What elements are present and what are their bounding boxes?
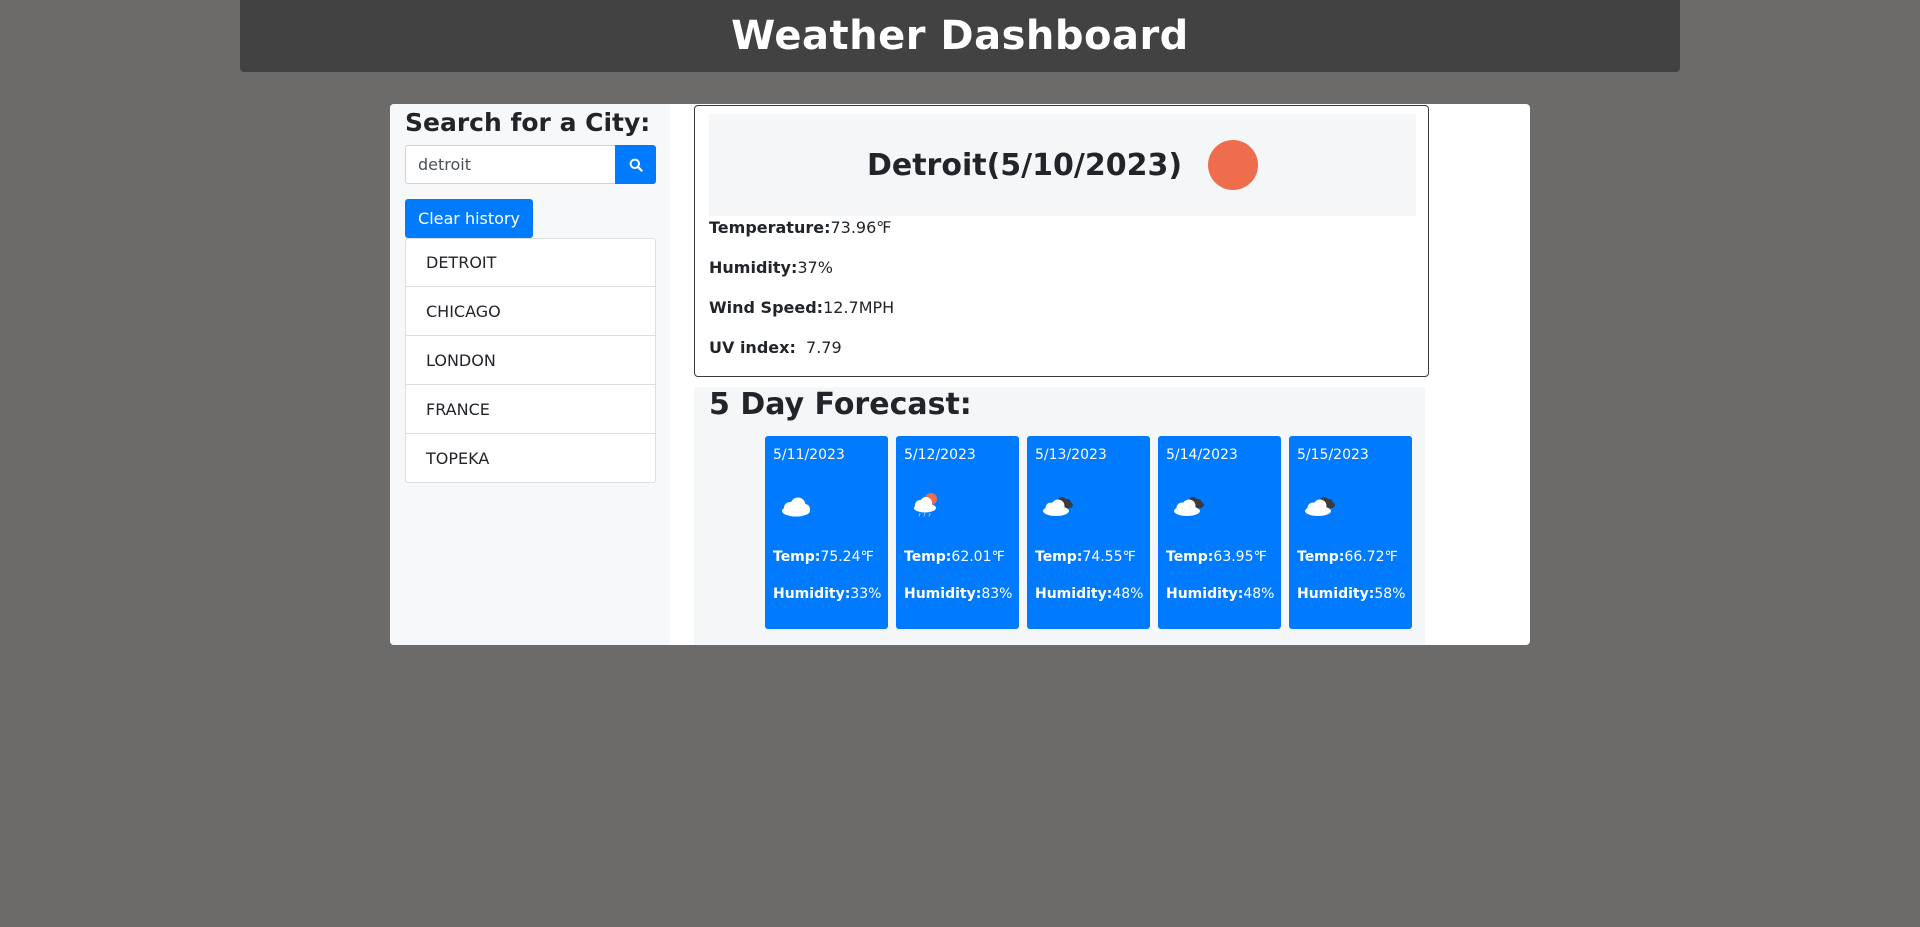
forecast-humidity: Humidity:48% <box>1166 586 1274 602</box>
forecast-humidity-value: 33% <box>850 586 882 602</box>
forecast-heading: 5 Day Forecast: <box>709 387 972 422</box>
main-container: Search for a City: Clear history DETROIT… <box>390 104 1530 645</box>
humidity-label: Humidity: <box>709 258 798 277</box>
history-item[interactable]: LONDON <box>405 336 656 385</box>
search-icon <box>629 158 643 172</box>
forecast-humidity-label: Humidity: <box>1166 586 1244 602</box>
humidity-value: 37% <box>797 258 833 277</box>
forecast-humidity-label: Humidity: <box>773 586 851 602</box>
forecast-temp: Temp:74.55℉ <box>1035 549 1136 565</box>
current-temperature: Temperature:73.96℉ <box>709 218 892 237</box>
broken-clouds-icon <box>1305 497 1335 516</box>
history-item[interactable]: FRANCE <box>405 385 656 434</box>
temperature-value: 73.96℉ <box>830 218 892 237</box>
cloud-icon <box>782 497 810 517</box>
search-button[interactable] <box>615 145 656 184</box>
current-uv-index: UV index: 7.79 <box>709 338 842 357</box>
forecast-temp-label: Temp: <box>1035 549 1083 565</box>
page-title: Weather Dashboard <box>731 13 1189 59</box>
forecast-card: 5/15/2023 Temp:66.72℉ Humidity:58% <box>1289 436 1412 629</box>
search-heading: Search for a City: <box>405 108 651 137</box>
uv-index-value: 7.79 <box>806 338 842 357</box>
history-item[interactable]: DETROIT <box>405 238 656 287</box>
broken-clouds-icon <box>1174 497 1204 516</box>
forecast-humidity-label: Humidity: <box>1297 586 1375 602</box>
forecast-temp-label: Temp: <box>1297 549 1345 565</box>
forecast-temp-value: 75.24℉ <box>820 549 874 565</box>
wind-speed-label: Wind Speed: <box>709 298 824 317</box>
forecast-temp: Temp:63.95℉ <box>1166 549 1267 565</box>
forecast-humidity: Humidity:33% <box>773 586 881 602</box>
forecast-date: 5/11/2023 <box>773 447 845 463</box>
forecast-humidity-value: 48% <box>1243 586 1275 602</box>
forecast-humidity-value: 48% <box>1112 586 1144 602</box>
forecast-card: 5/14/2023 Temp:63.95℉ Humidity:48% <box>1158 436 1281 629</box>
current-weather-header: Detroit(5/10/2023) <box>709 114 1416 216</box>
current-humidity: Humidity:37% <box>709 258 833 277</box>
search-sidebar: Search for a City: Clear history DETROIT… <box>390 104 670 645</box>
search-form <box>405 145 656 184</box>
forecast-temp: Temp:75.24℉ <box>773 549 874 565</box>
forecast-card: 5/12/2023 Temp:62.01℉ Humidity:83% <box>896 436 1019 629</box>
forecast-humidity: Humidity:48% <box>1035 586 1143 602</box>
forecast-temp-value: 74.55℉ <box>1082 549 1136 565</box>
forecast-temp-value: 66.72℉ <box>1344 549 1398 565</box>
forecast-temp: Temp:66.72℉ <box>1297 549 1398 565</box>
broken-clouds-icon <box>1043 497 1073 516</box>
sun-icon <box>1208 140 1259 190</box>
forecast-temp-value: 62.01℉ <box>951 549 1005 565</box>
forecast-section: 5 Day Forecast: 5/11/2023 Temp:75.24℉ Hu… <box>694 387 1425 645</box>
forecast-humidity: Humidity:58% <box>1297 586 1405 602</box>
history-item[interactable]: CHICAGO <box>405 287 656 336</box>
uv-index-label: UV index: <box>709 338 796 357</box>
forecast-humidity-value: 58% <box>1374 586 1406 602</box>
forecast-date: 5/15/2023 <box>1297 447 1369 463</box>
current-weather-panel: Detroit(5/10/2023) Temperature:73.96℉ Hu… <box>694 105 1429 377</box>
rain-cloud-sun-icon <box>914 493 937 517</box>
wind-speed-value: 12.7MPH <box>823 298 895 317</box>
forecast-temp-label: Temp: <box>904 549 952 565</box>
forecast-temp-value: 63.95℉ <box>1213 549 1267 565</box>
page-header: Weather Dashboard <box>240 0 1680 72</box>
forecast-humidity-label: Humidity: <box>904 586 982 602</box>
forecast-date: 5/12/2023 <box>904 447 976 463</box>
current-city-title: Detroit(5/10/2023) <box>866 147 1183 183</box>
clear-history-button[interactable]: Clear history <box>405 199 533 238</box>
current-wind-speed: Wind Speed:12.7MPH <box>709 298 894 317</box>
forecast-card: 5/13/2023 Temp:74.55℉ Humidity:48% <box>1027 436 1150 629</box>
forecast-card: 5/11/2023 Temp:75.24℉ Humidity:33% <box>765 436 888 629</box>
forecast-cards: 5/11/2023 Temp:75.24℉ Humidity:33% 5/12/… <box>765 436 1412 629</box>
forecast-temp-label: Temp: <box>1166 549 1214 565</box>
forecast-temp-label: Temp: <box>773 549 821 565</box>
search-input[interactable] <box>405 145 615 184</box>
forecast-temp: Temp:62.01℉ <box>904 549 1005 565</box>
forecast-date: 5/13/2023 <box>1035 447 1107 463</box>
forecast-humidity-value: 83% <box>981 586 1013 602</box>
search-history-list: DETROIT CHICAGO LONDON FRANCE TOPEKA <box>405 238 656 483</box>
forecast-humidity: Humidity:83% <box>904 586 1012 602</box>
history-item[interactable]: TOPEKA <box>405 434 656 483</box>
forecast-humidity-label: Humidity: <box>1035 586 1113 602</box>
forecast-date: 5/14/2023 <box>1166 447 1238 463</box>
temperature-label: Temperature: <box>709 218 831 237</box>
